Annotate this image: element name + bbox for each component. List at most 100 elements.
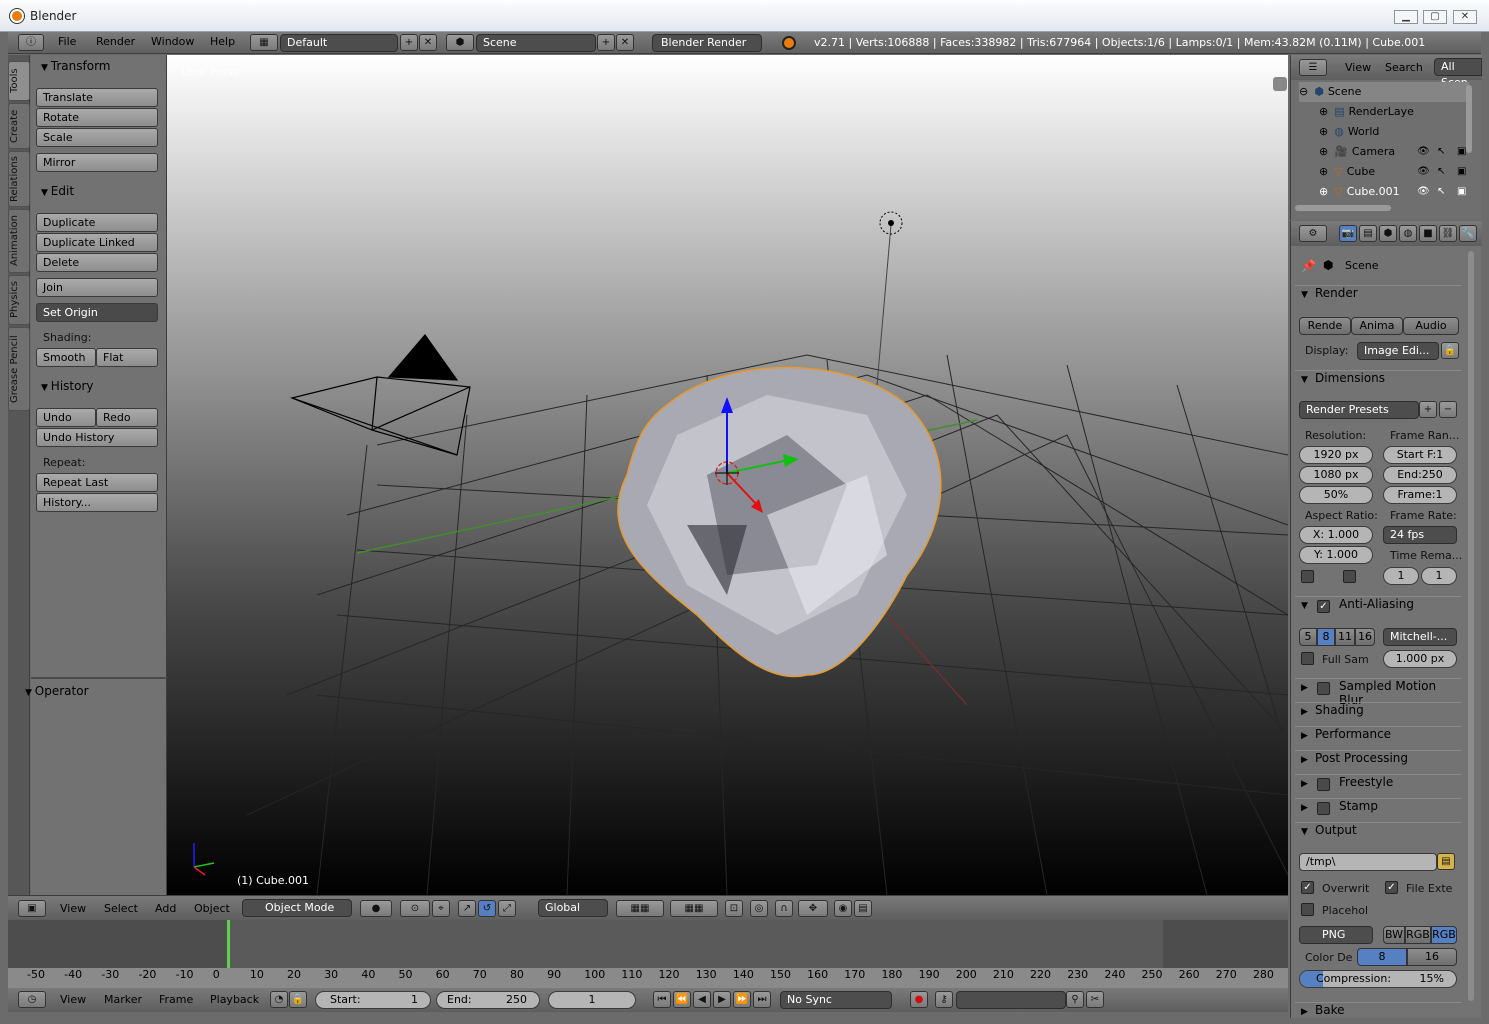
keying-set-icon[interactable]: ⚷ — [935, 991, 953, 1008]
render-image-button[interactable]: Rende — [1299, 317, 1351, 335]
aa-filter-select[interactable]: Mitchell-... — [1383, 628, 1457, 646]
menu-add[interactable]: Add — [155, 902, 176, 915]
scale-manipulator-icon[interactable]: ⤢ — [498, 900, 516, 917]
menu-file[interactable]: File — [58, 35, 76, 48]
current-frame-field[interactable]: 1 — [548, 991, 636, 1009]
file-browse-icon[interactable]: ▤ — [1437, 853, 1455, 870]
outliner-editor-icon[interactable]: ☰ — [1299, 59, 1327, 76]
manipulator-toggle-icon[interactable]: ⌖ — [432, 900, 450, 917]
aspect-y-field[interactable]: Y: 1.000 — [1299, 546, 1373, 564]
crop-checkbox[interactable] — [1343, 570, 1356, 583]
lamp-object[interactable] — [876, 211, 903, 386]
tab-tools[interactable]: Tools — [8, 61, 30, 101]
repeat-last-button[interactable]: Repeat Last — [36, 473, 158, 492]
lock-range-icon[interactable]: 🔒 — [289, 991, 307, 1008]
3d-view-editor-icon[interactable]: ▣ — [18, 900, 46, 917]
rotate-manipulator-icon[interactable]: ↺ — [478, 900, 496, 917]
tl-menu-view[interactable]: View — [60, 993, 86, 1006]
freestyle-checkbox[interactable] — [1317, 778, 1330, 791]
bake-panel-header[interactable]: ▶ Bake — [1295, 1002, 1461, 1024]
full-sample-checkbox[interactable] — [1301, 652, 1314, 665]
menu-select[interactable]: Select — [104, 902, 138, 915]
color-depth-8-button[interactable]: 8 — [1357, 948, 1407, 966]
rotate-button[interactable]: Rotate — [36, 108, 158, 127]
outliner-item[interactable]: ⊕ ▽ Cube.001 👁 ↖ ▣ — [1319, 182, 1469, 202]
aa-samples-16[interactable]: 16 — [1355, 628, 1375, 646]
play-reverse-icon[interactable]: ◀ — [693, 991, 711, 1008]
duplicate-button[interactable]: Duplicate — [36, 213, 158, 232]
end-frame-prop[interactable]: End:250 — [1383, 466, 1457, 484]
minimize-button[interactable]: ▁ — [1394, 10, 1418, 24]
modifiers-context-icon[interactable]: 🔧 — [1459, 225, 1477, 242]
display-select[interactable]: Image Edi... — [1357, 342, 1439, 360]
history-button[interactable]: History... — [36, 493, 158, 512]
editor-type-icon[interactable]: ⓘ — [18, 34, 44, 51]
render-animation-button[interactable]: Anima — [1351, 317, 1403, 335]
tab-animation[interactable]: Animation — [8, 209, 30, 273]
file-format-select[interactable]: PNG — [1299, 926, 1373, 944]
outliner[interactable]: ☰ View Search All Scen ⊖ ⬢Scene ⊕ ▤RenderLa… — [1290, 55, 1482, 220]
timeline[interactable]: -50 -40 -30 -20 -10 0 10 20 30 40 50 60 70 80 90 100 110… — [8, 920, 1288, 988]
motion-blur-checkbox[interactable] — [1317, 682, 1330, 695]
resolution-x-field[interactable]: 1920 px — [1299, 446, 1373, 464]
color-depth-16-button[interactable]: 16 — [1407, 948, 1457, 966]
set-origin-select[interactable]: Set Origin — [36, 303, 158, 322]
frame-step-prop[interactable]: Frame:1 — [1383, 486, 1457, 504]
border-checkbox[interactable] — [1301, 570, 1314, 583]
sync-mode-select[interactable]: No Sync — [780, 991, 892, 1009]
camera-object[interactable] — [289, 334, 471, 456]
screen-layout-icon[interactable]: ▦ — [250, 34, 278, 51]
pin-icon[interactable]: 📌 — [1301, 259, 1316, 273]
output-panel-header[interactable]: ▼ Output — [1295, 822, 1461, 844]
render-layers-context-icon[interactable]: ▤ — [1359, 225, 1377, 242]
mirror-button[interactable]: Mirror — [36, 153, 158, 172]
expand-icon[interactable]: ⊕ — [1319, 145, 1328, 158]
shading-panel-header[interactable]: ▶ Shading — [1295, 702, 1461, 724]
jump-key-forward-icon[interactable]: ⏩ — [733, 991, 751, 1008]
outliner-scrollbar[interactable] — [1466, 85, 1472, 153]
menu-view[interactable]: View — [60, 902, 86, 915]
scene-field[interactable]: Scene — [476, 34, 596, 52]
selectable-cursor-icon[interactable]: ↖ — [1437, 142, 1445, 162]
resolution-y-field[interactable]: 1080 px — [1299, 466, 1373, 484]
tl-menu-marker[interactable]: Marker — [104, 993, 142, 1006]
snap-element-icon[interactable]: ✥ — [798, 900, 828, 917]
outliner-item[interactable]: ⊖ ⬢ Scene — [1299, 82, 1469, 102]
outliner-item[interactable]: ⊕ ◍ World — [1319, 122, 1469, 142]
insert-keyframe-icon[interactable]: ⚲ — [1066, 991, 1084, 1008]
layout-field[interactable]: Default — [280, 34, 398, 52]
visibility-eye-icon[interactable]: 👁 — [1417, 142, 1430, 162]
render-panel-header[interactable]: ▼ Render — [1295, 285, 1461, 307]
render-presets-select[interactable]: Render Presets — [1299, 401, 1419, 419]
jump-key-back-icon[interactable]: ⏪ — [673, 991, 691, 1008]
remove-layout-icon[interactable]: ✕ — [419, 34, 437, 51]
3d-viewport[interactable]: User Persp (1) Cube.001 — [167, 55, 1288, 895]
outliner-hscrollbar[interactable] — [1295, 205, 1391, 211]
aa-samples-8[interactable]: 8 — [1317, 628, 1335, 646]
delete-keyframe-icon[interactable]: ✂ — [1086, 991, 1104, 1008]
tab-create[interactable]: Create — [8, 103, 30, 149]
delete-button[interactable]: Delete — [36, 253, 158, 272]
dimensions-panel-header[interactable]: ▼ Dimensions — [1295, 370, 1461, 392]
jump-end-icon[interactable]: ⏭ — [753, 991, 771, 1008]
visibility-eye-icon[interactable]: 👁 — [1417, 182, 1430, 202]
proportional-edit-icon[interactable]: ◎ — [750, 900, 768, 917]
viewport-scene[interactable] — [167, 55, 1288, 895]
layers-grid-icon[interactable]: ▦▦ — [616, 900, 664, 917]
play-icon[interactable]: ▶ — [713, 991, 731, 1008]
edit-panel-header[interactable]: Edit — [35, 184, 163, 204]
color-bw-button[interactable]: BW — [1383, 926, 1405, 944]
aa-samples-11[interactable]: 11 — [1335, 628, 1355, 646]
aa-samples-5[interactable]: 5 — [1299, 628, 1317, 646]
render-engine-select[interactable]: Blender Render — [652, 34, 762, 52]
frame-rate-select[interactable]: 24 fps — [1383, 526, 1457, 544]
translate-button[interactable]: Translate — [36, 88, 158, 107]
display-mode-select[interactable]: All Scen — [1434, 58, 1482, 89]
time-remap-new[interactable]: 1 — [1421, 567, 1457, 585]
duplicate-linked-button[interactable]: Duplicate Linked — [36, 233, 158, 252]
color-rgba-button[interactable]: RGB — [1431, 926, 1457, 944]
render-preview-icon[interactable]: ◉ — [834, 900, 852, 917]
record-icon[interactable]: ● — [910, 991, 928, 1008]
properties-editor-icon[interactable]: ⚙ — [1299, 225, 1327, 242]
selectable-cursor-icon[interactable]: ↖ — [1437, 162, 1445, 182]
